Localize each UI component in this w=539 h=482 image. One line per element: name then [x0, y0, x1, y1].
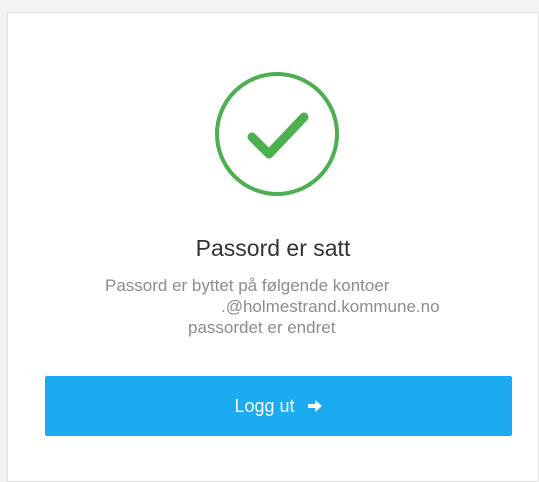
- arrow-right-icon: [307, 400, 322, 412]
- message-line-accounts: Passord er byttet på følgende kontoer: [105, 276, 390, 295]
- status-message: Passord er byttet på følgende kontoer .@…: [8, 275, 538, 338]
- page-title: Passord er satt: [195, 235, 351, 261]
- confirmation-card: Passord er satt Passord er byttet på føl…: [7, 12, 539, 482]
- check-circle-icon: [215, 72, 339, 196]
- logout-button-label: Logg ut: [234, 395, 295, 416]
- logout-button[interactable]: Logg ut: [45, 376, 512, 436]
- message-line-email: .@holmestrand.kommune.no: [221, 297, 440, 316]
- message-line-changed: passordet er endret: [188, 318, 336, 337]
